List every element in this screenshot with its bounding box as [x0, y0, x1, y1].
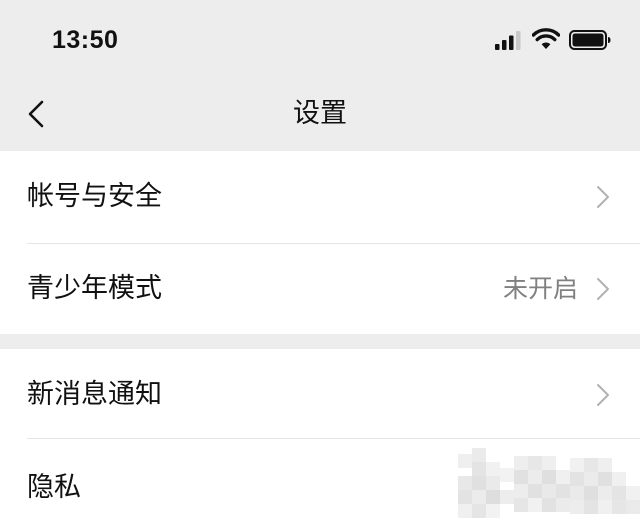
settings-item-label: 青少年模式 [27, 273, 162, 304]
status-time: 13:50 [52, 26, 119, 54]
battery-icon [569, 30, 611, 50]
chevron-right-icon [597, 186, 609, 208]
wifi-icon [532, 28, 560, 49]
row-divider [27, 438, 640, 439]
nav-bar: 设置 [0, 82, 640, 150]
settings-item-teen-mode[interactable]: 青少年模式 未开启 [0, 243, 640, 335]
settings-item-label: 帐号与安全 [27, 181, 162, 212]
settings-item-label: 新消息通知 [27, 379, 162, 410]
page-title: 设置 [293, 98, 347, 129]
settings-screen: 13:50 设置 帐号与安全 青少年模式 未开启 新消息通知 隐私 [0, 0, 640, 526]
settings-item-account-security[interactable]: 帐号与安全 [0, 151, 640, 243]
settings-item-new-message-notification[interactable]: 新消息通知 [0, 349, 640, 441]
settings-group-account: 帐号与安全 青少年模式 未开启 [0, 151, 640, 334]
status-bar: 13:50 [0, 0, 640, 82]
chevron-right-icon [597, 384, 609, 406]
pixelated-watermark [458, 448, 640, 518]
settings-item-value: 未开启 [502, 274, 578, 303]
signal-icon [495, 31, 521, 50]
chevron-right-icon [597, 278, 609, 300]
settings-item-label: 隐私 [27, 472, 81, 503]
